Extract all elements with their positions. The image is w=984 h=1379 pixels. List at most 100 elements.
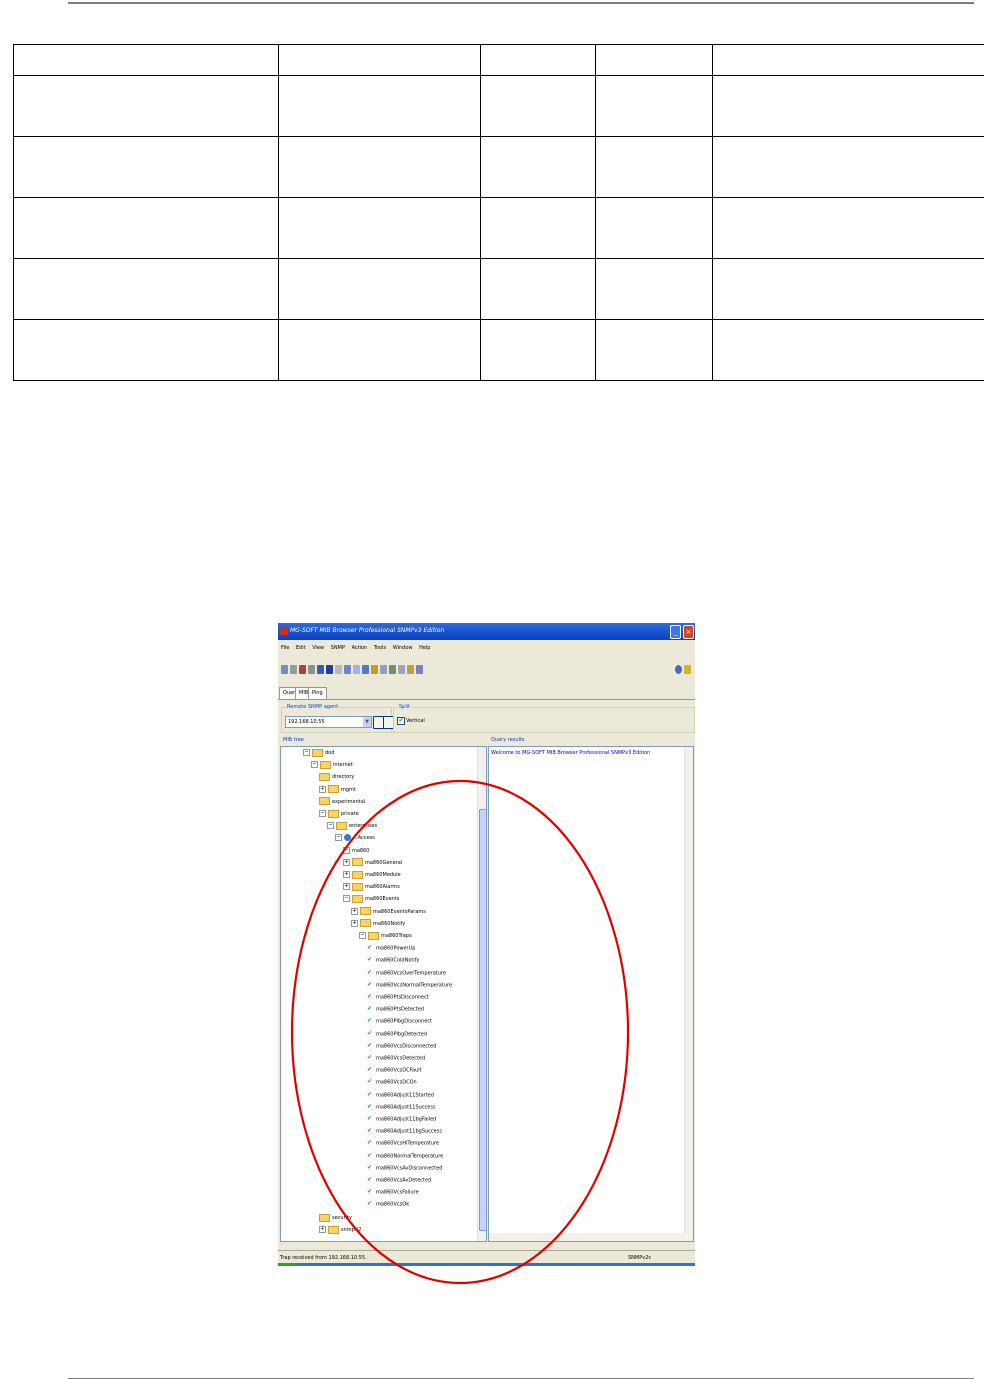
trap-icon[interactable] bbox=[371, 665, 378, 674]
expand-icon[interactable]: + bbox=[343, 883, 350, 891]
walk-icon[interactable] bbox=[362, 665, 369, 674]
minimize-button[interactable]: _ bbox=[670, 625, 681, 639]
tree-node[interactable]: ✔ ma860VcsDCFault bbox=[367, 1065, 422, 1075]
tree-node[interactable]: ✔ ma860Adjust11Success bbox=[367, 1102, 436, 1112]
tree-node[interactable]: ✔ ma860PlbgDisconnect bbox=[367, 1016, 432, 1026]
collapse-icon[interactable]: − bbox=[343, 895, 350, 903]
tree-node[interactable]: + ma860Notify bbox=[351, 919, 405, 929]
globe-icon[interactable] bbox=[317, 665, 324, 674]
collapse-icon[interactable]: − bbox=[319, 810, 326, 817]
tree-node[interactable]: ✔ ma860VcsAvDisconnected bbox=[367, 1163, 442, 1173]
expand-icon[interactable]: + bbox=[343, 858, 350, 866]
tree-node[interactable]: directory bbox=[319, 772, 354, 782]
info-icon[interactable] bbox=[326, 665, 333, 674]
table-icon[interactable] bbox=[344, 665, 351, 674]
tree-node[interactable]: − ...Access bbox=[335, 833, 375, 843]
results-scrollbar[interactable] bbox=[684, 747, 693, 1233]
tree-node[interactable]: security bbox=[319, 1213, 352, 1223]
tree-node[interactable]: ✔ ma860VcsHiTemperature bbox=[367, 1138, 439, 1148]
menu-window[interactable]: Window bbox=[393, 643, 413, 654]
collapse-icon[interactable]: − bbox=[335, 834, 342, 842]
tree-node[interactable]: ✔ ma860Adjust11bgSuccess bbox=[367, 1126, 442, 1136]
menu-edit[interactable]: Edit bbox=[296, 643, 306, 654]
menu-tools[interactable]: Tools bbox=[374, 643, 386, 654]
tree-node[interactable]: ✔ ma860ColdNotify bbox=[367, 955, 419, 965]
tree-node[interactable]: − internet bbox=[311, 760, 353, 770]
query-results-pane[interactable]: Welcome to MG-SOFT MIB Browser Professio… bbox=[488, 746, 694, 1242]
tree-node[interactable]: + ma860Alarms bbox=[343, 882, 400, 892]
connect-icon[interactable] bbox=[281, 665, 288, 674]
help-icon[interactable] bbox=[675, 665, 682, 674]
tree-node[interactable]: + snmpV2 bbox=[319, 1225, 361, 1235]
tree-node[interactable]: experimental bbox=[319, 797, 365, 807]
menu-view[interactable]: View bbox=[312, 643, 324, 654]
collapse-icon[interactable]: − bbox=[343, 846, 350, 854]
trap-icon: ✔ bbox=[367, 1041, 373, 1049]
tools-icon[interactable] bbox=[308, 665, 315, 674]
tree-node[interactable]: ✔ ma860VcsNormalTemperature bbox=[367, 980, 452, 990]
tree-node[interactable]: + mgmt bbox=[319, 785, 356, 795]
alert-icon[interactable] bbox=[684, 665, 691, 674]
chart-icon[interactable] bbox=[353, 665, 360, 674]
tree-node[interactable]: − ma860Events bbox=[343, 894, 399, 904]
close-button[interactable]: × bbox=[683, 625, 694, 639]
tree-node[interactable]: ✔ ma860Adjust11bgFailed bbox=[367, 1114, 436, 1124]
tree-node[interactable]: ✔ ma860VcsFailure bbox=[367, 1187, 419, 1197]
menu-file[interactable]: File bbox=[281, 643, 289, 654]
tree-node[interactable]: − ma860 bbox=[343, 846, 369, 856]
tree-node[interactable]: + ma860EventsParams bbox=[351, 907, 426, 917]
vertical-checkbox[interactable]: ✔ bbox=[397, 717, 405, 725]
save-icon[interactable] bbox=[389, 665, 396, 674]
collapse-icon[interactable]: − bbox=[311, 761, 318, 769]
properties-icon[interactable] bbox=[407, 665, 414, 674]
tab-ping[interactable]: Ping bbox=[308, 687, 327, 699]
list-icon[interactable] bbox=[335, 665, 342, 674]
tree-node[interactable]: ✔ ma860VcsAvDetected bbox=[367, 1175, 431, 1185]
mib-tree-pane[interactable]: − dod − internet directory + mgmt experimental −… bbox=[280, 746, 487, 1242]
folder-icon bbox=[368, 931, 379, 940]
tree-node[interactable]: ✔ ma860VcsDCOn bbox=[367, 1077, 417, 1087]
tree-node[interactable]: ✔ ma860VcsDisconnected bbox=[367, 1041, 436, 1051]
expand-icon[interactable]: + bbox=[319, 785, 326, 793]
expand-icon[interactable]: + bbox=[343, 871, 350, 878]
tree-node[interactable]: + ma860Module bbox=[343, 870, 401, 880]
menu-help[interactable]: Help bbox=[419, 643, 430, 654]
expand-icon[interactable]: + bbox=[319, 1226, 326, 1233]
expand-icon[interactable]: + bbox=[351, 907, 358, 915]
tree-node[interactable]: ✔ ma860PlbgDetected bbox=[367, 1029, 427, 1039]
tree-node[interactable]: ✔ ma860PowerUp bbox=[367, 943, 415, 953]
tree-node[interactable]: − ma860Traps bbox=[359, 931, 412, 941]
tree-node[interactable]: − dod bbox=[303, 748, 334, 758]
tree-node[interactable]: − private bbox=[319, 809, 359, 819]
exit-icon[interactable] bbox=[416, 665, 423, 674]
remote-agent-value: 192.168.10.55 bbox=[288, 719, 325, 725]
chevron-down-icon[interactable]: ▼ bbox=[363, 717, 371, 727]
tree-node[interactable]: ✔ ma860PtsDetected bbox=[367, 1004, 424, 1014]
collapse-icon[interactable]: − bbox=[327, 822, 334, 830]
remote-agent-combo[interactable]: 192.168.10.55 ▼ bbox=[285, 716, 372, 728]
print-icon[interactable] bbox=[380, 665, 387, 674]
tree-node[interactable]: ✔ ma860NormalTemperature bbox=[367, 1151, 443, 1161]
find-icon[interactable] bbox=[398, 665, 405, 674]
tree-node[interactable]: ✔ ma860VcsDetected bbox=[367, 1053, 425, 1063]
stop-icon[interactable] bbox=[299, 665, 306, 674]
disconnect-icon[interactable] bbox=[290, 665, 297, 674]
expand-icon[interactable]: + bbox=[351, 919, 358, 927]
tree-node-label: ma860EventsParams bbox=[373, 908, 426, 915]
tree-node[interactable]: ✔ ma860VcsOverTemperature bbox=[367, 968, 446, 978]
tree-node[interactable]: ✔ ma860Adjust11Started bbox=[367, 1090, 434, 1100]
menu-snmp[interactable]: SNMP bbox=[331, 643, 345, 654]
remote-agent-label: Remote SNMP agent bbox=[286, 704, 340, 710]
collapse-icon[interactable]: − bbox=[359, 932, 366, 939]
tree-scrollbar[interactable] bbox=[477, 747, 486, 1241]
tree-node-label: directory bbox=[332, 774, 355, 781]
tree-node[interactable]: ✔ ma860VcsOk bbox=[367, 1199, 409, 1209]
results-horizontal-scrollbar[interactable] bbox=[489, 1233, 693, 1241]
tree-node[interactable]: ✔ ma860PtsDisconnect bbox=[367, 992, 429, 1002]
tree-node[interactable]: − enterprises bbox=[327, 821, 377, 831]
collapse-icon[interactable]: − bbox=[303, 749, 310, 756]
table-cell bbox=[480, 136, 596, 198]
tree-node[interactable]: + ma860General bbox=[343, 858, 402, 868]
menu-action[interactable]: Action bbox=[352, 643, 368, 654]
tree-scroll-thumb[interactable] bbox=[479, 809, 486, 1231]
